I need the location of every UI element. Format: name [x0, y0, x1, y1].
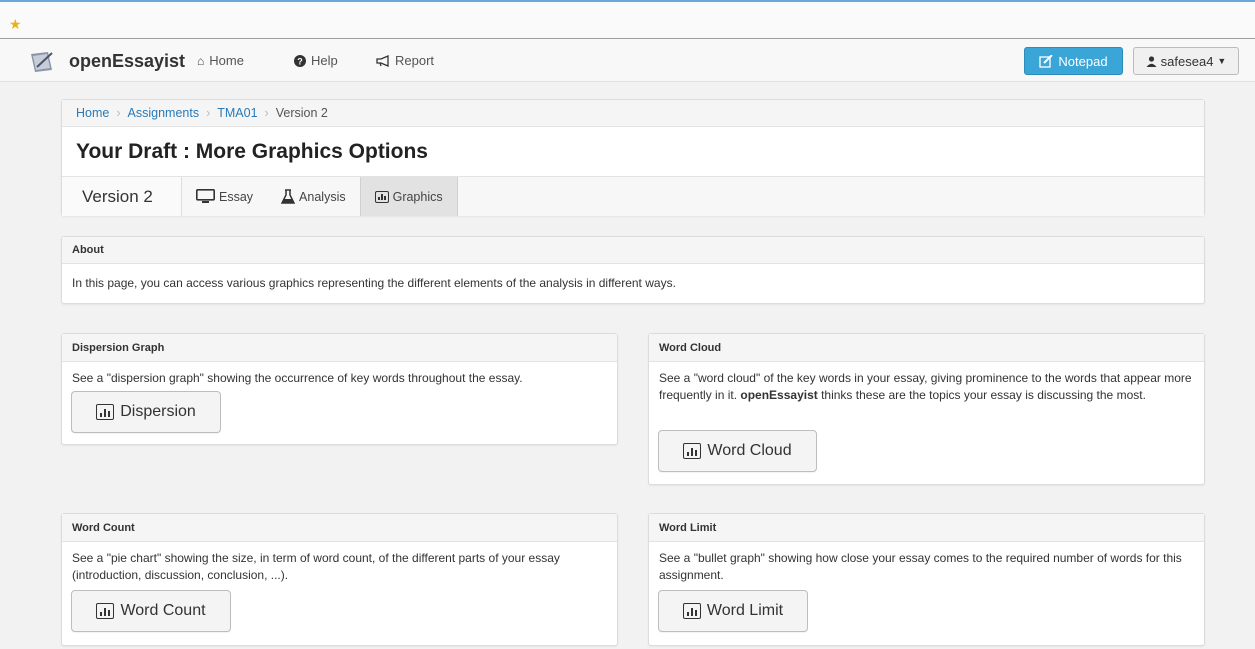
- page-title: Your Draft : More Graphics Options: [62, 127, 1204, 177]
- favorites-star-icon[interactable]: ★: [9, 17, 22, 31]
- bar-chart-icon: [374, 190, 389, 203]
- nav-home[interactable]: ⌂ Home: [197, 53, 244, 68]
- tab-graphics-label: Graphics: [392, 189, 443, 204]
- breadcrumb-assignments[interactable]: Assignments: [128, 106, 200, 120]
- flask-icon: [281, 189, 296, 204]
- tab-analysis[interactable]: Analysis: [267, 177, 360, 216]
- wordcloud-heading: Word Cloud: [649, 334, 1204, 362]
- user-name: safesea4: [1160, 53, 1214, 69]
- caret-down-icon: ▼: [1217, 56, 1227, 66]
- wordcloud-button[interactable]: Word Cloud: [658, 430, 817, 472]
- user-icon: [1146, 55, 1157, 67]
- breadcrumb-separator: ›: [264, 106, 269, 120]
- tab-essay[interactable]: Essay: [182, 177, 267, 216]
- about-panel: About In this page, you can access vario…: [61, 236, 1205, 304]
- tab-essay-label: Essay: [219, 189, 254, 204]
- breadcrumb-tma[interactable]: TMA01: [217, 106, 257, 120]
- bar-chart-icon: [683, 443, 702, 459]
- help-icon: ?: [294, 54, 306, 67]
- breadcrumb-current: Version 2: [275, 106, 328, 120]
- breadcrumb-separator: ›: [206, 106, 211, 120]
- dispersion-button-label: Dispersion: [120, 403, 196, 420]
- user-menu-button[interactable]: safesea4 ▼: [1133, 47, 1239, 75]
- browser-favorites-bar: ★: [0, 0, 1255, 38]
- nav-report[interactable]: Report: [376, 53, 434, 68]
- wordcount-button[interactable]: Word Count: [71, 590, 231, 632]
- edit-icon: [1039, 54, 1054, 68]
- wordlimit-heading: Word Limit: [649, 514, 1204, 542]
- wordlimit-button[interactable]: Word Limit: [658, 590, 808, 632]
- top-navbar: openEssayist ⌂ Home ? Help Report Notepa…: [0, 38, 1255, 82]
- wordcount-heading: Word Count: [62, 514, 617, 542]
- wordcloud-text: See a "word cloud" of the key words in y…: [649, 362, 1204, 412]
- svg-text:?: ?: [297, 56, 303, 66]
- wordcount-text: See a "pie chart" showing the size, in t…: [72, 551, 560, 582]
- about-heading: About: [62, 237, 1204, 264]
- bullhorn-icon: [376, 54, 389, 67]
- tab-graphics[interactable]: Graphics: [359, 177, 458, 216]
- about-text: In this page, you can access various gra…: [72, 276, 676, 290]
- nav-help[interactable]: ? Help: [294, 53, 338, 68]
- browser-top-line: [0, 0, 1255, 2]
- wordcloud-button-label: Word Cloud: [707, 442, 792, 459]
- monitor-icon: [196, 189, 215, 203]
- version-label: Version 2: [62, 177, 182, 216]
- tab-analysis-label: Analysis: [299, 189, 346, 204]
- bar-chart-icon: [96, 404, 115, 420]
- notepad-label: Notepad: [1058, 53, 1108, 69]
- breadcrumb-separator: ›: [116, 106, 121, 120]
- nav-home-label: Home: [209, 53, 244, 68]
- brand-name[interactable]: openEssayist: [69, 51, 185, 72]
- draft-tabs: Version 2 Essay Analysis Graphics: [62, 177, 1204, 216]
- bar-chart-icon: [682, 603, 701, 619]
- nav-report-label: Report: [395, 53, 435, 68]
- wordcloud-text-brand: openEssayist: [740, 388, 818, 402]
- bar-chart-icon: [96, 603, 115, 619]
- draft-header-panel: Home › Assignments › TMA01 › Version 2 Y…: [61, 99, 1205, 216]
- wordcount-button-label: Word Count: [120, 602, 206, 619]
- notepad-button[interactable]: Notepad: [1024, 47, 1123, 75]
- breadcrumb-home[interactable]: Home: [76, 106, 109, 120]
- wordlimit-text: See a "bullet graph" showing how close y…: [659, 551, 1182, 582]
- logo-icon[interactable]: [28, 51, 56, 73]
- home-icon: ⌂: [197, 53, 205, 68]
- dispersion-button[interactable]: Dispersion: [71, 391, 221, 433]
- dispersion-heading: Dispersion Graph: [62, 334, 617, 362]
- wordlimit-button-label: Word Limit: [706, 602, 784, 619]
- breadcrumb: Home › Assignments › TMA01 › Version 2: [62, 100, 1204, 127]
- nav-help-label: Help: [311, 53, 338, 68]
- wordcloud-text-after: thinks these are the topics your essay i…: [817, 388, 1146, 402]
